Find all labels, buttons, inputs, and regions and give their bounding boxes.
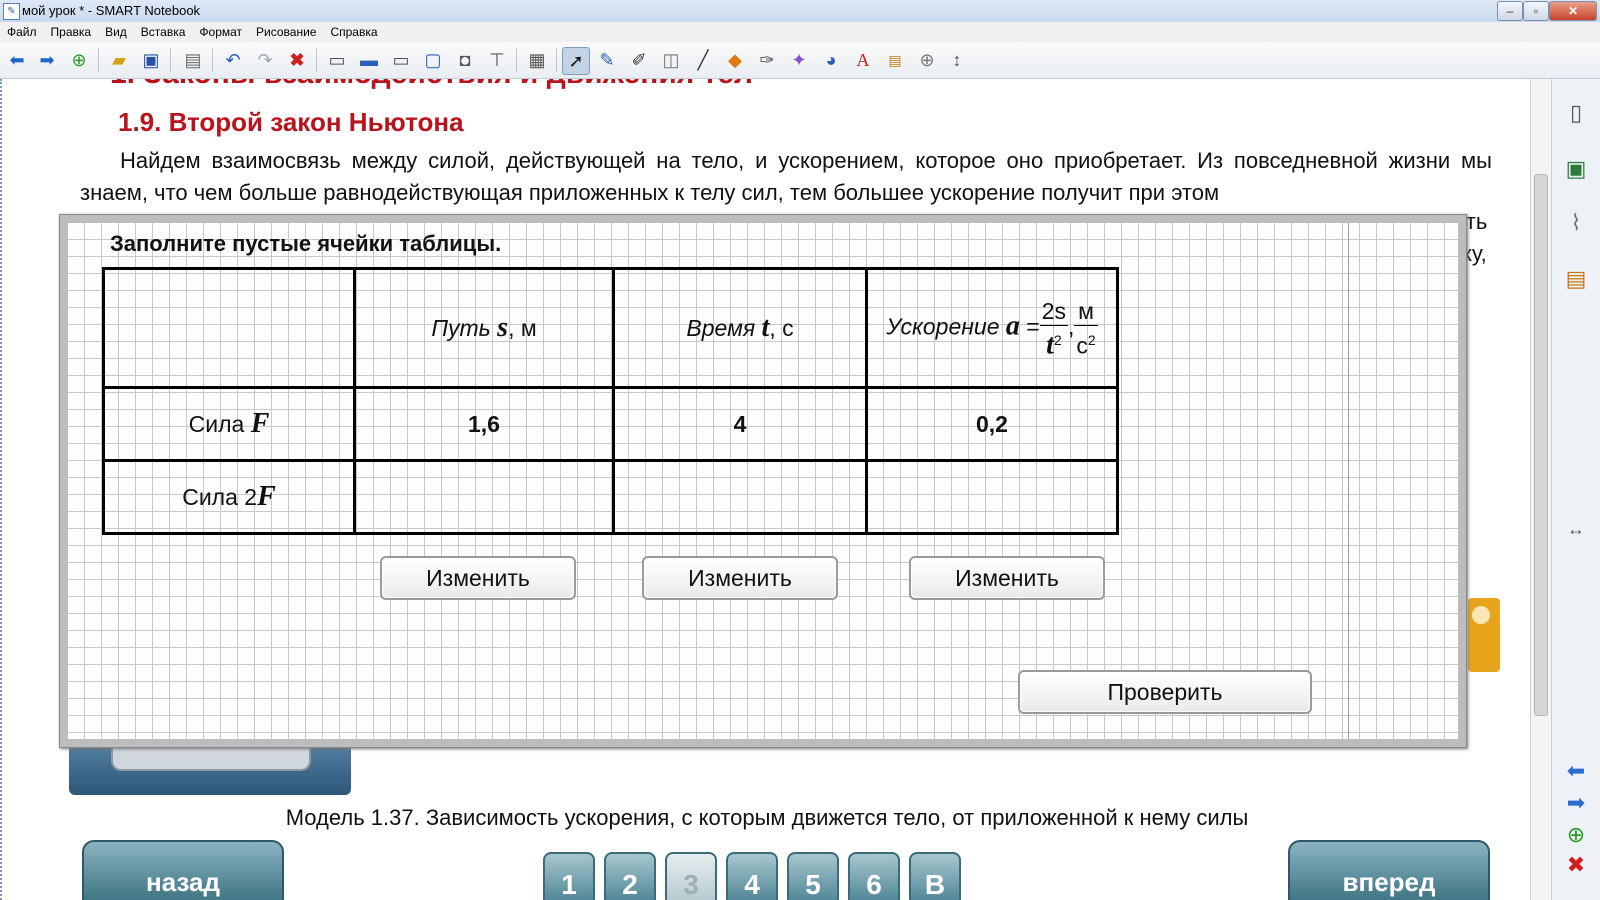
divider — [1348, 223, 1349, 739]
page-button-4[interactable]: 4 — [726, 852, 778, 900]
back-button[interactable]: назад — [82, 840, 284, 900]
cell-acceleration-input[interactable] — [865, 459, 1119, 535]
menu-draw[interactable]: Рисование — [249, 22, 323, 42]
page-button-3[interactable]: 3 — [665, 852, 717, 900]
page-button-6[interactable]: 6 — [848, 852, 900, 900]
properties-icon[interactable]: ▤ — [882, 47, 908, 73]
title-bar: ✎ мой урок * - SMART Notebook – ▫ ✕ — [0, 0, 1600, 23]
instruction-text: Заполните пустые ячейки таблицы. — [110, 231, 502, 256]
change-time-button[interactable]: Изменить — [642, 556, 838, 600]
shape-icon[interactable]: ◆ — [722, 47, 748, 73]
cell-time-input[interactable] — [612, 459, 868, 535]
side-tab-panel: ▯ ▣ ⌇ ▤ ↔ ⬅ ➡ ⊕ ✖ — [1551, 79, 1600, 900]
table-row: Сила F 1,6 4 0,2 — [102, 386, 1119, 462]
paste-icon[interactable]: ▤ — [180, 47, 206, 73]
header-path: Путь s, м — [353, 267, 615, 389]
exercise-dialog: Заполните пустые ячейки таблицы. Путь s,… — [59, 214, 1467, 748]
menu-bar: Файл Правка Вид Вставка Формат Рисование Справ… — [0, 22, 1600, 43]
fill-icon[interactable]: ◕ — [818, 47, 844, 73]
add-page-icon[interactable]: ⊕ — [66, 47, 92, 73]
model-control-tab[interactable] — [1468, 598, 1500, 672]
check-button[interactable]: Проверить — [1018, 670, 1312, 714]
formula-fraction: 2s t2 — [1039, 297, 1068, 361]
section-title: 1.9. Второй закон Ньютона — [118, 107, 464, 137]
undo-icon[interactable]: ↶ — [220, 47, 246, 73]
creative-pen-icon[interactable]: ✐ — [626, 47, 652, 73]
scroll-thumb[interactable] — [1534, 174, 1548, 716]
row-label: Сила F — [102, 386, 356, 462]
screen-shade-icon[interactable]: ▭ — [324, 47, 350, 73]
empty-header-cell — [102, 267, 356, 389]
knob-icon — [1472, 606, 1490, 624]
eraser-icon[interactable]: ◫ — [658, 47, 684, 73]
transparent-bg-icon[interactable]: ▢ — [420, 47, 446, 73]
page-button-v[interactable]: В — [909, 852, 961, 900]
row-label: Сила 2F — [102, 459, 356, 535]
change-path-button[interactable]: Изменить — [380, 556, 576, 600]
cell-path-input[interactable] — [353, 459, 615, 535]
back-arrow-icon[interactable]: ⬅ — [4, 47, 30, 73]
vertical-scrollbar[interactable] — [1530, 79, 1551, 900]
window-title: мой урок * - SMART Notebook — [22, 3, 201, 18]
menu-edit[interactable]: Правка — [44, 22, 99, 42]
cell-acceleration: 0,2 — [865, 386, 1119, 462]
cell-time: 4 — [612, 386, 868, 462]
menu-format[interactable]: Формат — [192, 22, 249, 42]
move-toolbar-icon[interactable]: ↕ — [944, 47, 970, 73]
forward-button[interactable]: вперед — [1288, 840, 1490, 900]
full-screen-icon[interactable]: ▬ — [356, 47, 382, 73]
data-table: Путь s, м Время t, с Ускорение a = 2s t2, м… — [102, 267, 1119, 535]
open-folder-icon[interactable]: ▰ — [106, 47, 132, 73]
cell-path: 1,6 — [353, 386, 615, 462]
menu-help[interactable]: Справка — [323, 22, 384, 42]
change-acceleration-button[interactable]: Изменить — [909, 556, 1105, 600]
minimize-icon[interactable]: – — [1497, 1, 1523, 21]
pin-icon[interactable]: ⊕ — [914, 47, 940, 73]
forward-arrow-icon[interactable]: ➡ — [34, 47, 60, 73]
notebook-icon: ✎ — [3, 3, 20, 20]
delete-icon[interactable]: ✖ — [284, 47, 310, 73]
table-row: Сила 2F — [102, 459, 1119, 535]
page-button-1[interactable]: 1 — [543, 852, 595, 900]
select-arrow-icon[interactable]: ➚ — [562, 47, 590, 75]
table-header-row: Путь s, м Время t, с Ускорение a = 2s t2, м… — [102, 267, 1119, 389]
magic-pen-icon[interactable]: ✑ — [754, 47, 780, 73]
screen-capture-icon[interactable]: ◘ — [452, 47, 478, 73]
delete-page-icon[interactable]: ✖ — [1560, 845, 1592, 885]
page-button-2[interactable]: 2 — [604, 852, 656, 900]
graph-paper-panel: Заполните пустые ячейки таблицы. Путь s,… — [68, 223, 1458, 739]
magic-wand-icon[interactable]: ✦ — [786, 47, 812, 73]
header-acceleration: Ускорение a = 2s t2, м с2 — [865, 267, 1119, 389]
document-camera-icon[interactable]: ⊤ — [484, 47, 510, 73]
model-caption: Модель 1.37. Зависимость ускорения, с ко… — [285, 805, 1249, 830]
table-icon[interactable]: ▦ — [524, 47, 550, 73]
menu-insert[interactable]: Вставка — [134, 22, 193, 42]
header-time: Время t, с — [612, 267, 868, 389]
text-icon[interactable]: A — [850, 47, 876, 73]
properties-icon[interactable]: ▤ — [1560, 259, 1592, 299]
close-icon[interactable]: ✕ — [1549, 1, 1597, 21]
resize-handle-icon[interactable]: ↔ — [1560, 509, 1592, 549]
chapter-title: 1. Законы взаимодействия и движения тел — [110, 79, 753, 91]
maximize-icon[interactable]: ▫ — [1523, 1, 1549, 21]
gallery-icon[interactable]: ▣ — [1560, 149, 1592, 189]
redo-icon[interactable]: ↷ — [252, 47, 278, 73]
unit-fraction: м с2 — [1074, 297, 1098, 359]
attachments-icon[interactable]: ⌇ — [1560, 203, 1592, 243]
lesson-paragraph: Найдем взаимосвязь между силой, действую… — [80, 148, 1492, 205]
save-icon[interactable]: ▣ — [138, 47, 164, 73]
page-button-5[interactable]: 5 — [787, 852, 839, 900]
toolbar: ⬅ ➡ ⊕ ▰ ▣ ▤ ↶ ↷ ✖ ▭ ▬ ▭ ▢ ◘ ⊤ ▦ ➚ ✎ ✐ ◫ … — [0, 42, 1600, 79]
menu-file[interactable]: Файл — [0, 22, 44, 42]
page-sorter-icon[interactable]: ▯ — [1560, 93, 1592, 133]
line-icon[interactable]: ╱ — [690, 47, 716, 73]
pen-icon[interactable]: ✎ — [594, 47, 620, 73]
dual-screen-icon[interactable]: ▭ — [388, 47, 414, 73]
menu-view[interactable]: Вид — [98, 22, 134, 42]
